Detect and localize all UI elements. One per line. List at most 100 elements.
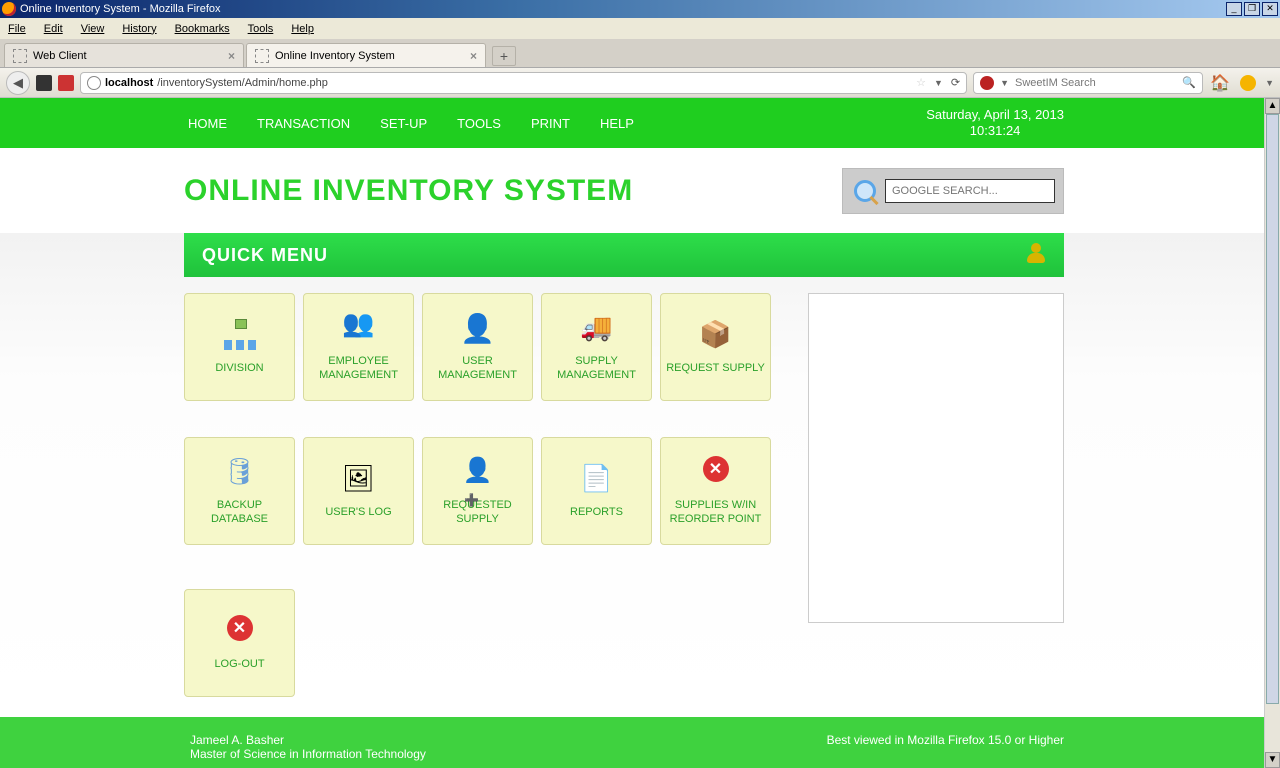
tab-close-icon[interactable]: × — [228, 49, 235, 63]
tile-supplies-w-in-reorder-point[interactable]: SUPPLIES W/IN REORDER POINT — [660, 437, 771, 545]
menu-edit[interactable]: Edit — [44, 23, 63, 35]
tile-request-supply[interactable]: REQUEST SUPPLY — [660, 293, 771, 401]
back-button[interactable]: ◀ — [6, 71, 30, 95]
date-text: Saturday, April 13, 2013 — [926, 107, 1064, 123]
nav-transaction[interactable]: TRANSACTION — [257, 116, 350, 131]
tile-label: EMPLOYEE MANAGEMENT — [306, 354, 411, 382]
quick-menu-title: QUICK MENU — [202, 245, 328, 266]
browser-search-box[interactable]: ▼ SweetIM Search 🔍 — [973, 72, 1203, 94]
tile-user-management[interactable]: USER MANAGEMENT — [422, 293, 533, 401]
datetime-display: Saturday, April 13, 2013 10:31:24 — [926, 107, 1064, 139]
tile-supply-management[interactable]: SUPPLY MANAGEMENT — [541, 293, 652, 401]
search-engine-icon[interactable] — [980, 76, 994, 90]
toolbar-dropdown-icon[interactable]: ▼ — [1265, 78, 1274, 88]
tile-label: SUPPLIES W/IN REORDER POINT — [663, 498, 768, 526]
ic-log-icon — [341, 463, 377, 497]
minimize-button[interactable]: _ — [1226, 2, 1242, 16]
page-content: HOME TRANSACTION SET-UP TOOLS PRINT HELP… — [0, 98, 1264, 768]
url-dropdown-icon[interactable]: ▼ — [934, 78, 943, 88]
maximize-button[interactable]: ❐ — [1244, 2, 1260, 16]
bookmark-star-icon[interactable]: ☆ — [916, 76, 926, 89]
ic-db-icon — [222, 456, 258, 490]
scroll-down-arrow[interactable]: ▼ — [1265, 752, 1280, 768]
search-go-icon[interactable]: 🔍 — [1182, 76, 1196, 89]
scroll-up-arrow[interactable]: ▲ — [1265, 98, 1280, 114]
tile-division[interactable]: DIVISION — [184, 293, 295, 401]
nav-help[interactable]: HELP — [600, 116, 634, 131]
favicon-icon — [255, 49, 269, 63]
vertical-scrollbar[interactable]: ▲ ▼ — [1264, 98, 1280, 768]
menu-view[interactable]: View — [81, 23, 105, 35]
scroll-thumb[interactable] — [1266, 114, 1279, 704]
quick-menu-grid: DIVISION EMPLOYEE MANAGEMENT USER MANAGEME… — [184, 293, 784, 697]
top-nav: HOME TRANSACTION SET-UP TOOLS PRINT HELP… — [0, 98, 1264, 148]
footer: Jameel A. Basher Master of Science in In… — [0, 717, 1264, 768]
tile-label: REPORTS — [570, 505, 623, 519]
window-title: Online Inventory System - Mozilla Firefo… — [20, 3, 221, 15]
tile-label: DIVISION — [215, 361, 263, 375]
tile-backup-database[interactable]: BACKUP DATABASE — [184, 437, 295, 545]
nav-print[interactable]: PRINT — [531, 116, 570, 131]
ic-userplus-icon — [460, 456, 496, 490]
tile-label: LOG-OUT — [214, 657, 264, 671]
search-placeholder: SweetIM Search — [1015, 77, 1096, 89]
user-icon[interactable] — [1026, 243, 1046, 268]
tile-log-out[interactable]: LOG-OUT — [184, 589, 295, 697]
tab-label: Online Inventory System — [275, 50, 395, 62]
scroll-track[interactable] — [1265, 114, 1280, 752]
footer-degree: Master of Science in Information Technol… — [190, 747, 426, 761]
quick-menu-bar: QUICK MENU — [184, 233, 1064, 277]
ic-org-icon — [222, 319, 258, 353]
site-title: ONLINE INVENTORY SYSTEM — [184, 174, 633, 208]
home-button[interactable]: 🏠 — [1209, 72, 1231, 94]
ic-docs-icon — [579, 463, 615, 497]
tab-online-inventory[interactable]: Online Inventory System × — [246, 43, 486, 67]
menu-bookmarks[interactable]: Bookmarks — [175, 23, 230, 35]
close-window-button[interactable]: ✕ — [1262, 2, 1278, 16]
menu-file[interactable]: File — [8, 23, 26, 35]
tab-close-icon[interactable]: × — [470, 49, 477, 63]
magnifier-icon — [851, 177, 879, 205]
menu-history[interactable]: History — [122, 23, 156, 35]
tile-label: USER MANAGEMENT — [425, 354, 530, 382]
footer-browser-note: Best viewed in Mozilla Firefox 15.0 or H… — [827, 733, 1064, 768]
smiley-extension-icon[interactable] — [1237, 72, 1259, 94]
site-identity-icon — [87, 76, 101, 90]
firefox-icon — [2, 2, 16, 16]
tile-label: USER'S LOG — [325, 505, 391, 519]
ic-stop-icon — [698, 456, 734, 490]
tab-strip: Web Client × Online Inventory System × + — [0, 40, 1280, 68]
favicon-icon — [13, 49, 27, 63]
tile-requested-supply[interactable]: REQUESTED SUPPLY — [422, 437, 533, 545]
tab-web-client[interactable]: Web Client × — [4, 43, 244, 67]
ic-truck-icon — [579, 312, 615, 346]
nav-toolbar: ◀ localhost/inventorySystem/Admin/home.p… — [0, 68, 1280, 98]
nav-setup[interactable]: SET-UP — [380, 116, 427, 131]
menu-tools[interactable]: Tools — [248, 23, 274, 35]
menu-help[interactable]: Help — [291, 23, 314, 35]
nav-home[interactable]: HOME — [188, 116, 227, 131]
tile-label: SUPPLY MANAGEMENT — [544, 354, 649, 382]
lastpass-icon[interactable] — [36, 75, 52, 91]
search-dropdown-icon[interactable]: ▼ — [1000, 78, 1009, 88]
address-bar[interactable]: localhost/inventorySystem/Admin/home.php… — [80, 72, 967, 94]
window-titlebar: Online Inventory System - Mozilla Firefo… — [0, 0, 1280, 18]
nav-tools[interactable]: TOOLS — [457, 116, 501, 131]
ic-user-icon — [460, 312, 496, 346]
tile-user-s-log[interactable]: USER'S LOG — [303, 437, 414, 545]
site-search-widget — [842, 168, 1064, 214]
url-host: localhost — [105, 77, 153, 89]
site-search-input[interactable] — [885, 179, 1055, 203]
ic-stop-icon — [222, 615, 258, 649]
browser-menubar: File Edit View History Bookmarks Tools H… — [0, 18, 1280, 40]
reload-icon[interactable]: ⟳ — [951, 76, 960, 89]
ic-people-icon — [341, 312, 377, 346]
side-panel — [808, 293, 1064, 623]
time-text: 10:31:24 — [926, 123, 1064, 139]
tile-reports[interactable]: REPORTS — [541, 437, 652, 545]
new-tab-button[interactable]: + — [492, 46, 516, 66]
extension-icon[interactable] — [58, 75, 74, 91]
url-path: /inventorySystem/Admin/home.php — [157, 77, 328, 89]
tile-employee-management[interactable]: EMPLOYEE MANAGEMENT — [303, 293, 414, 401]
ic-box-icon — [698, 319, 734, 353]
